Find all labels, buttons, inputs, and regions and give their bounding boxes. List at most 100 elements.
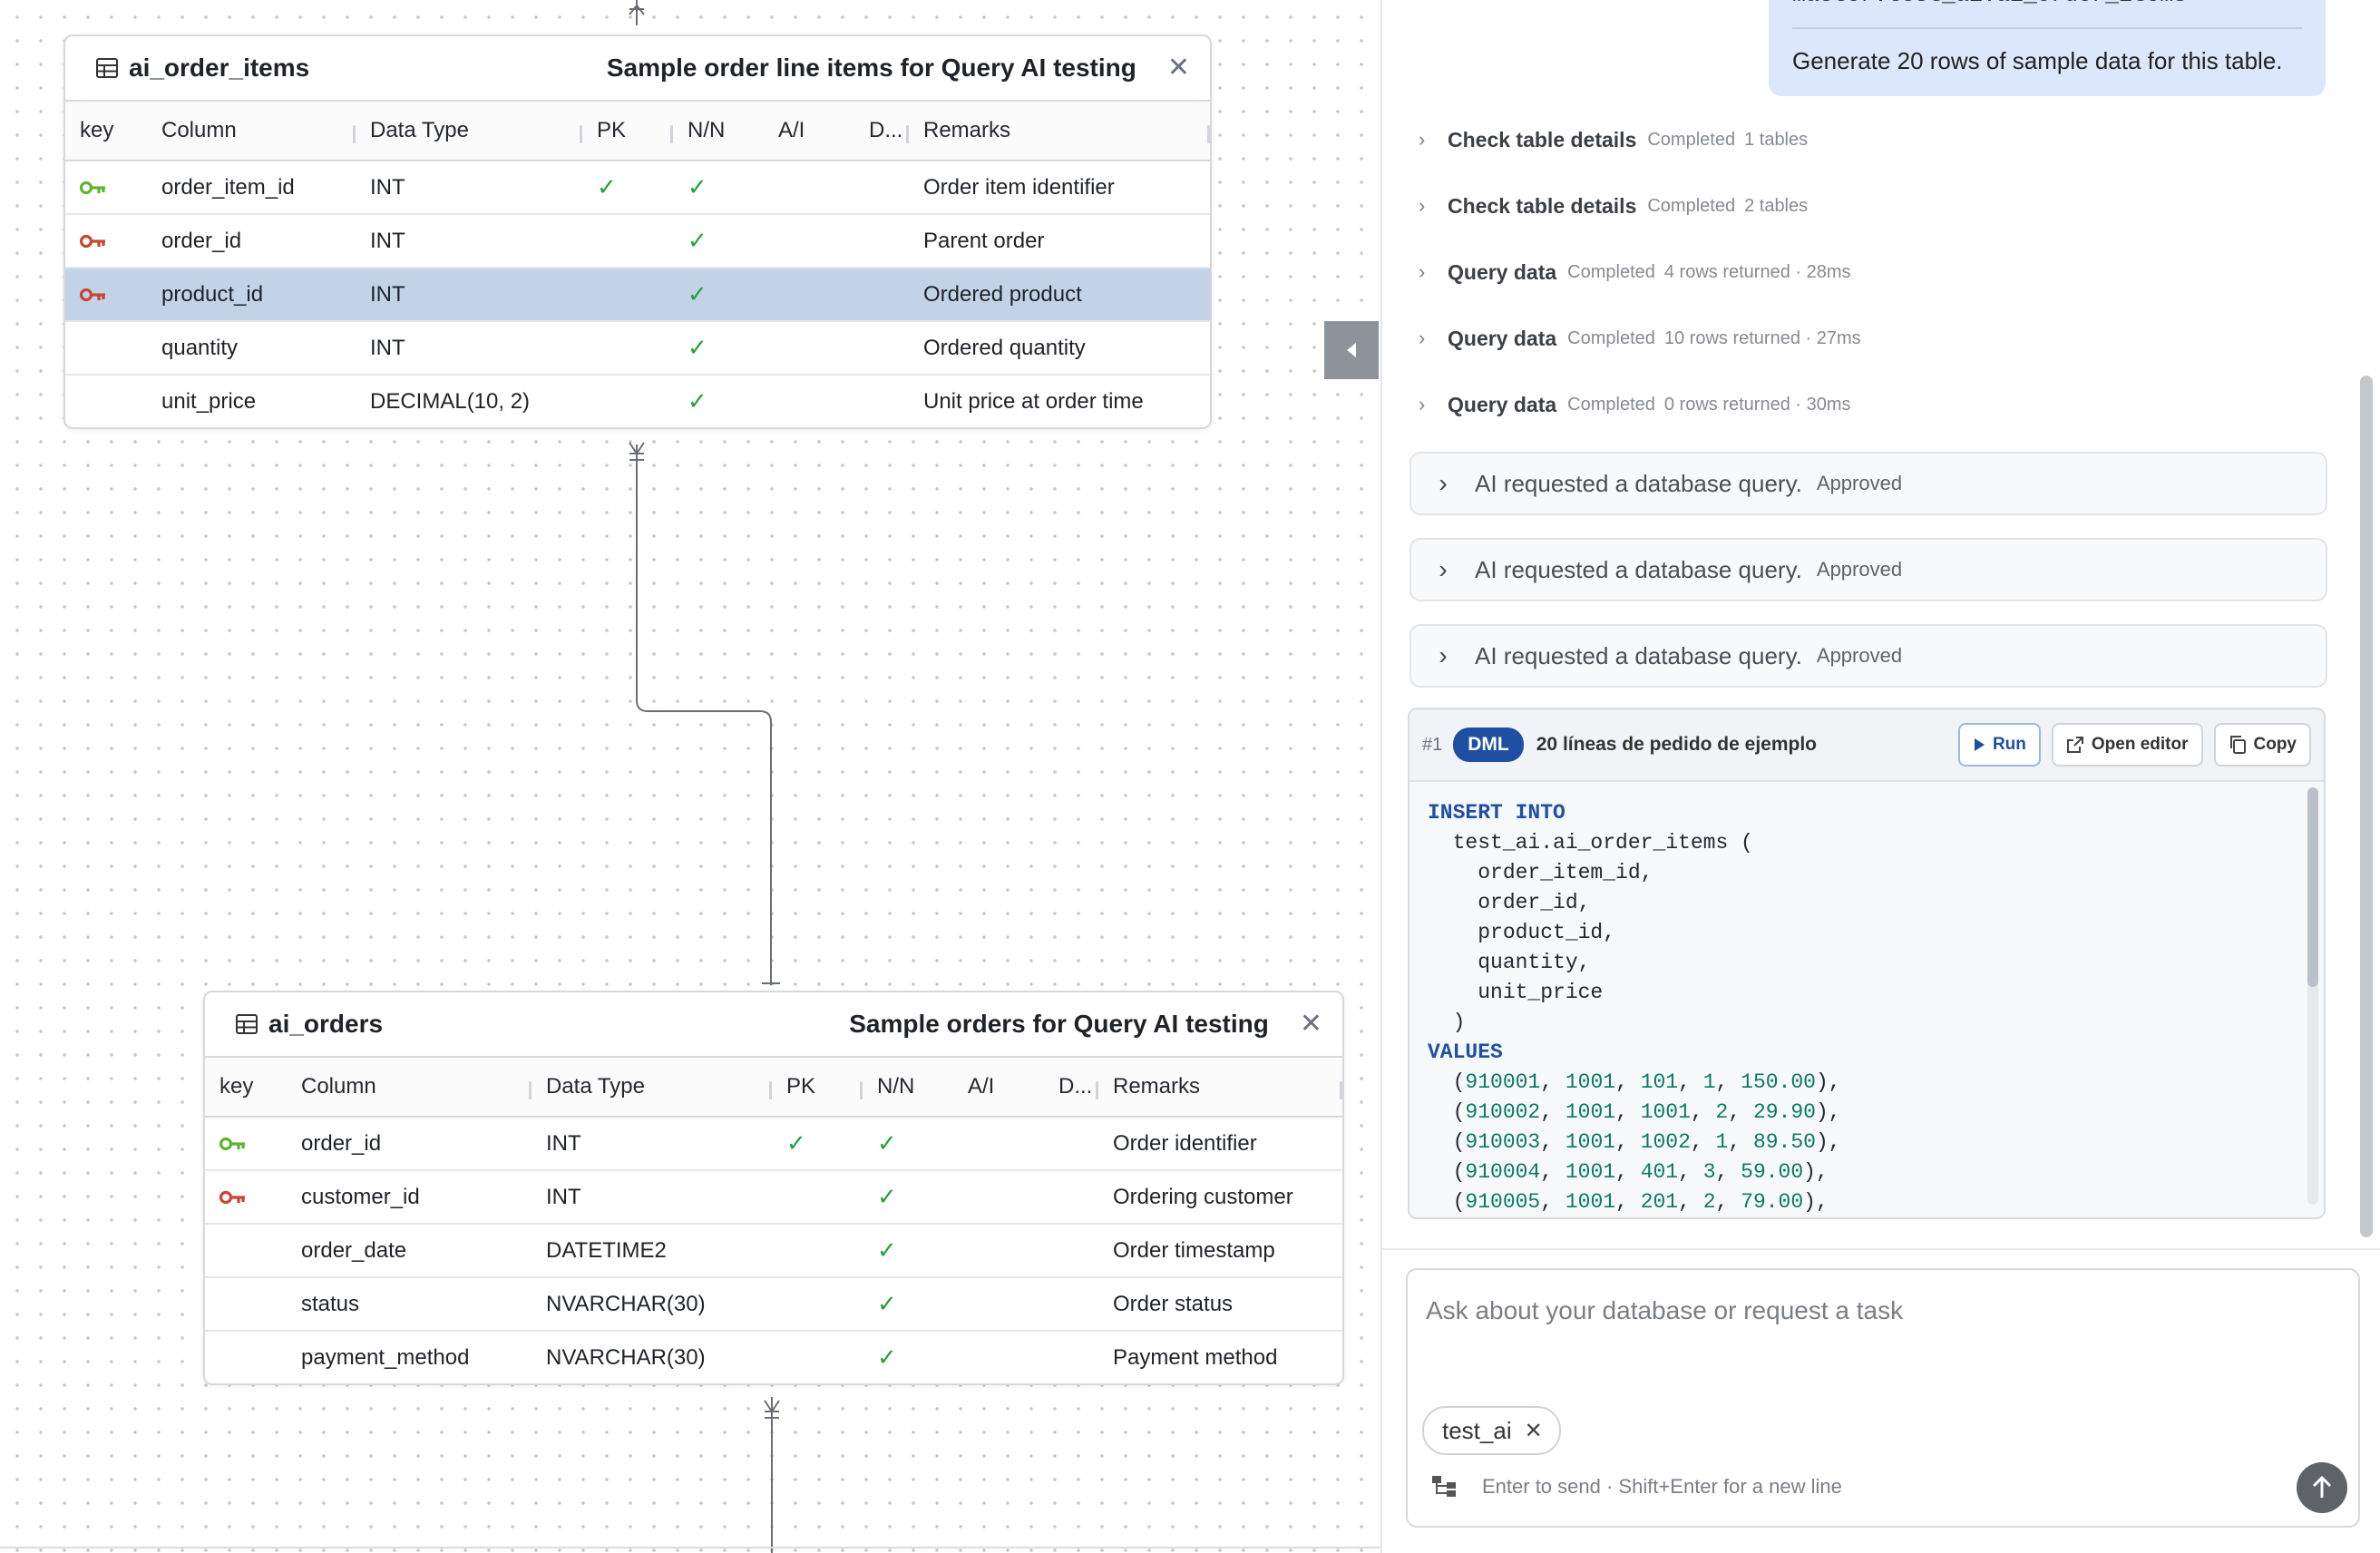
- table-row[interactable]: unit_price DECIMAL(10, 2) ✓ Unit price at o…: [65, 376, 1210, 427]
- send-button[interactable]: [2297, 1462, 2347, 1513]
- external-link-icon: [2066, 737, 2083, 753]
- sql-number: 201: [1640, 1190, 1679, 1214]
- sql-text: ,: [1540, 1070, 1566, 1094]
- column-header[interactable]: key: [205, 1074, 287, 1099]
- not-null-cell: ✓: [877, 1236, 897, 1264]
- sql-number: 1001: [1565, 1160, 1616, 1184]
- column-header[interactable]: PK: [772, 1074, 863, 1099]
- key-cell: [205, 1137, 287, 1151]
- code-line: (910005, 1001, 201, 2, 79.00),: [1428, 1187, 2284, 1217]
- table-row[interactable]: order_id INT ✓ Parent order: [65, 215, 1210, 269]
- scrollbar-thumb[interactable]: [2360, 376, 2373, 1237]
- approval-text: AI requested a database query.: [1475, 469, 1802, 497]
- step-title: Check table details: [1448, 127, 1637, 151]
- not-null-cell: ✓: [688, 387, 707, 415]
- column-header[interactable]: N/N: [673, 118, 764, 143]
- key-cell: [65, 181, 147, 195]
- sql-number: 910001: [1465, 1070, 1541, 1094]
- query-approval-item[interactable]: › AI requested a database query. Approved: [1409, 624, 2327, 688]
- column-header[interactable]: Data Type: [532, 1074, 772, 1099]
- table-header[interactable]: ai_order_items Sample order line items f…: [65, 36, 1210, 102]
- sql-text: ,: [1678, 1070, 1703, 1094]
- data-type: INT: [546, 1130, 581, 1156]
- sql-text: ,: [1690, 1130, 1716, 1154]
- table-rows: order_item_id INT ✓ ✓ Order item identifier o…: [65, 161, 1210, 427]
- sql-number: 101: [1640, 1070, 1679, 1094]
- collapse-panel-button[interactable]: [1324, 321, 1379, 379]
- step-detail: 0 rows returned · 30ms: [1663, 394, 1851, 415]
- tool-step[interactable]: › Query data Completed 4 rows returned · 28…: [1419, 254, 1851, 290]
- table-row[interactable]: customer_id INT ✓ Ordering customer: [205, 1171, 1342, 1225]
- column-header[interactable]: N/N: [863, 1074, 953, 1099]
- sql-text: ,: [1678, 1190, 1703, 1214]
- sql-number: 401: [1640, 1160, 1679, 1184]
- sql-text: ,: [1728, 1100, 1753, 1124]
- copy-button[interactable]: Copy: [2213, 723, 2311, 767]
- sql-text: ,: [1728, 1130, 1753, 1154]
- remarks-cell: Order item identifier: [923, 174, 1115, 200]
- table-row[interactable]: order_id INT ✓ ✓ Order identifier: [205, 1118, 1342, 1171]
- schema-tree-icon[interactable]: [1431, 1475, 1458, 1503]
- copy-label: Copy: [2253, 735, 2297, 754]
- step-status: Completed: [1647, 195, 1736, 216]
- scrollbar-thumb[interactable]: [2307, 787, 2318, 987]
- sql-number: 2: [1702, 1190, 1716, 1214]
- sql-text: order_id,: [1428, 891, 1591, 914]
- sql-number: 910004: [1465, 1160, 1541, 1184]
- column-header[interactable]: Remarks: [1098, 1074, 1342, 1099]
- column-header[interactable]: key: [65, 118, 147, 143]
- sql-number: 1: [1702, 1070, 1716, 1094]
- tool-step[interactable]: › Check table details Completed 1 tables: [1419, 122, 1808, 158]
- table-row[interactable]: quantity INT ✓ Ordered quantity: [65, 322, 1210, 376]
- erd-table-ai-order-items[interactable]: ai_order_items Sample order line items f…: [63, 34, 1212, 429]
- sql-scrollbar[interactable]: [2307, 787, 2318, 1205]
- sql-card-header: #1 DML 20 líneas de pedido de ejemplo Ru…: [1409, 709, 2324, 782]
- table-header[interactable]: ai_orders Sample orders for Query AI tes…: [205, 992, 1342, 1058]
- close-icon[interactable]: ✕: [1300, 1011, 1322, 1038]
- open-editor-button[interactable]: Open editor: [2051, 723, 2203, 767]
- column-header[interactable]: D...: [1044, 1074, 1098, 1099]
- table-row[interactable]: status NVARCHAR(30) ✓ Order status: [205, 1278, 1342, 1332]
- erd-table-ai-orders[interactable]: ai_orders Sample orders for Query AI tes…: [203, 991, 1344, 1385]
- table-row[interactable]: product_id INT ✓ Ordered product: [65, 269, 1210, 322]
- column-header[interactable]: Data Type: [356, 118, 582, 143]
- foreign-key-icon: [80, 288, 105, 301]
- chevron-right-icon: ›: [1419, 393, 1426, 415]
- query-approval-item[interactable]: › AI requested a database query. Approved: [1409, 452, 2327, 515]
- tool-step[interactable]: › Query data Completed 0 rows returned · 30…: [1419, 386, 1851, 423]
- approval-status: Approved: [1816, 644, 1903, 667]
- foreign-key-icon: [80, 234, 105, 248]
- column-header[interactable]: Column: [147, 118, 356, 143]
- data-type: INT: [370, 228, 405, 253]
- table-row[interactable]: order_date DATETIME2 ✓ Order timestamp: [205, 1225, 1342, 1278]
- code-line: unit_price: [1428, 978, 2284, 1008]
- tool-step[interactable]: › Check table details Completed 2 tables: [1419, 188, 1808, 224]
- column-header[interactable]: Column: [287, 1074, 532, 1099]
- context-chip[interactable]: test_ai ✕: [1422, 1406, 1561, 1455]
- close-icon[interactable]: ✕: [1167, 54, 1190, 82]
- user-message-context: master.test_ai.ai_order_items: [1792, 0, 2187, 8]
- column-header[interactable]: A/I: [764, 118, 854, 143]
- tool-step[interactable]: › Query data Completed 10 rows returned · 2…: [1419, 320, 1861, 357]
- sql-code-block[interactable]: INSERT INTO test_ai.ai_order_items ( ord…: [1409, 782, 2302, 1217]
- erd-canvas[interactable]: ai_order_items Sample order line items f…: [0, 0, 1380, 1553]
- table-row[interactable]: payment_method NVARCHAR(30) ✓ Payment metho…: [205, 1332, 1342, 1383]
- run-button[interactable]: Run: [1957, 723, 2041, 767]
- context-chip-label: test_ai: [1442, 1416, 1512, 1444]
- column-header[interactable]: Remarks: [909, 118, 1210, 143]
- panel-scrollbar[interactable]: [2360, 0, 2373, 1252]
- not-null-cell: ✓: [688, 173, 707, 200]
- column-header[interactable]: D...: [854, 118, 909, 143]
- code-line: (910001, 1001, 101, 1, 150.00),: [1428, 1068, 2284, 1098]
- sql-number: 1001: [1565, 1070, 1616, 1094]
- step-title: Query data: [1448, 392, 1557, 416]
- remove-chip-icon[interactable]: ✕: [1525, 1418, 1543, 1444]
- table-row[interactable]: order_item_id INT ✓ ✓ Order item identifier: [65, 161, 1210, 215]
- chat-input[interactable]: [1424, 1283, 2335, 1339]
- sql-text: ),: [1815, 1130, 1841, 1154]
- column-header[interactable]: A/I: [953, 1074, 1044, 1099]
- query-approval-item[interactable]: › AI requested a database query. Approved: [1409, 538, 2327, 601]
- column-headers: key Column Data Type PK N/N A/I D... Remarks: [205, 1058, 1342, 1118]
- column-header[interactable]: PK: [582, 118, 673, 143]
- relation-edge-items-orders: [629, 442, 780, 985]
